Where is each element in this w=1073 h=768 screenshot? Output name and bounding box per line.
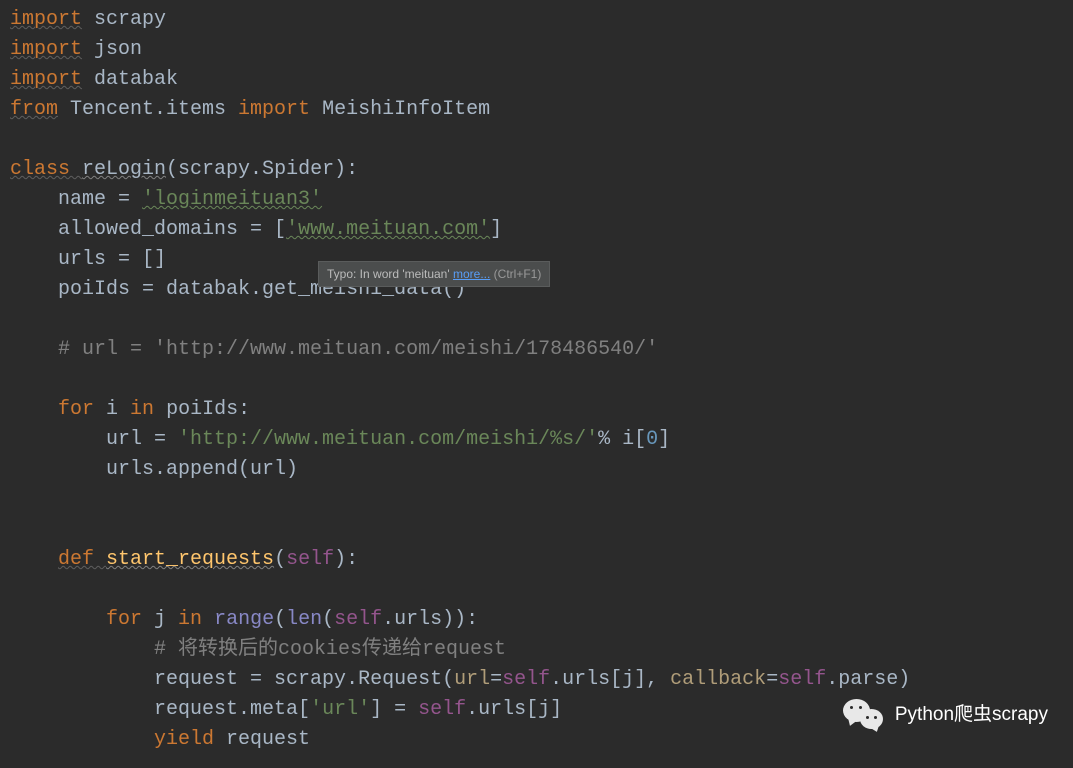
- self-param: self: [418, 698, 466, 721]
- code-line-empty: [10, 515, 1073, 545]
- keyword-import: import: [10, 38, 82, 61]
- comment: # url = 'http://www.meituan.com/meishi/1…: [58, 338, 658, 361]
- self-param: self: [502, 668, 550, 691]
- string-literal: 'www.meituan.com': [286, 218, 490, 241]
- keyword-def: def: [58, 548, 106, 571]
- code-line-empty: [10, 575, 1073, 605]
- watermark-text: Python爬虫scrapy: [895, 700, 1048, 730]
- self-param: self: [334, 608, 382, 631]
- code-line: # url = 'http://www.meituan.com/meishi/1…: [10, 335, 1073, 365]
- builtin-len: len: [286, 608, 322, 631]
- code-line: urls.append(url): [10, 455, 1073, 485]
- code-line: def start_requests(self):: [10, 545, 1073, 575]
- watermark: Python爬虫scrapy: [843, 697, 1048, 733]
- code-line: for j in range(len(self.urls)):: [10, 605, 1073, 635]
- keyword-for: for: [106, 608, 154, 631]
- keyword-import: import: [10, 8, 82, 31]
- code-line-empty: [10, 125, 1073, 155]
- code-line-empty: [10, 305, 1073, 335]
- tooltip-shortcut: (Ctrl+F1): [490, 267, 541, 281]
- wechat-icon: [843, 697, 885, 733]
- code-line: # 将转换后的cookies传递给request: [10, 635, 1073, 665]
- code-line: class reLogin(scrapy.Spider):: [10, 155, 1073, 185]
- keyword-yield: yield: [154, 728, 226, 751]
- function-name: start_requests: [106, 548, 274, 571]
- tooltip-more-link[interactable]: more...: [453, 267, 490, 281]
- code-line: import json: [10, 35, 1073, 65]
- string-literal: 'http://www.meituan.com/meishi/%s/': [178, 428, 598, 451]
- keyword-in: in: [130, 398, 166, 421]
- keyword-in: in: [178, 608, 214, 631]
- inspection-tooltip[interactable]: Typo: In word 'meituan' more... (Ctrl+F1…: [318, 261, 550, 287]
- class-name: reLogin: [82, 158, 166, 181]
- keyword-import: import: [238, 98, 310, 121]
- self-param: self: [778, 668, 826, 691]
- keyword-class: class: [10, 158, 82, 181]
- string-literal: 'loginmeituan3': [142, 188, 322, 211]
- builtin-range: range: [214, 608, 274, 631]
- self-param: self: [286, 548, 334, 571]
- code-line: import scrapy: [10, 5, 1073, 35]
- code-line-empty: [10, 365, 1073, 395]
- comment: # 将转换后的cookies传递给request: [154, 638, 506, 661]
- code-line: request = scrapy.Request(url=self.urls[j…: [10, 665, 1073, 695]
- code-line: from Tencent.items import MeishiInfoItem: [10, 95, 1073, 125]
- code-line-empty: [10, 485, 1073, 515]
- code-line: allowed_domains = ['www.meituan.com']: [10, 215, 1073, 245]
- tooltip-prefix: Typo: In word 'meituan': [327, 267, 453, 281]
- number-literal: 0: [646, 428, 658, 451]
- code-line: name = 'loginmeituan3': [10, 185, 1073, 215]
- keyword-for: for: [58, 398, 106, 421]
- keyword-from: from: [10, 98, 58, 121]
- keyword-import: import: [10, 68, 82, 91]
- code-line: for i in poiIds:: [10, 395, 1073, 425]
- code-line: url = 'http://www.meituan.com/meishi/%s/…: [10, 425, 1073, 455]
- string-literal: 'url': [310, 698, 370, 721]
- code-editor[interactable]: import scrapy import json import databak…: [10, 5, 1073, 755]
- code-line: import databak: [10, 65, 1073, 95]
